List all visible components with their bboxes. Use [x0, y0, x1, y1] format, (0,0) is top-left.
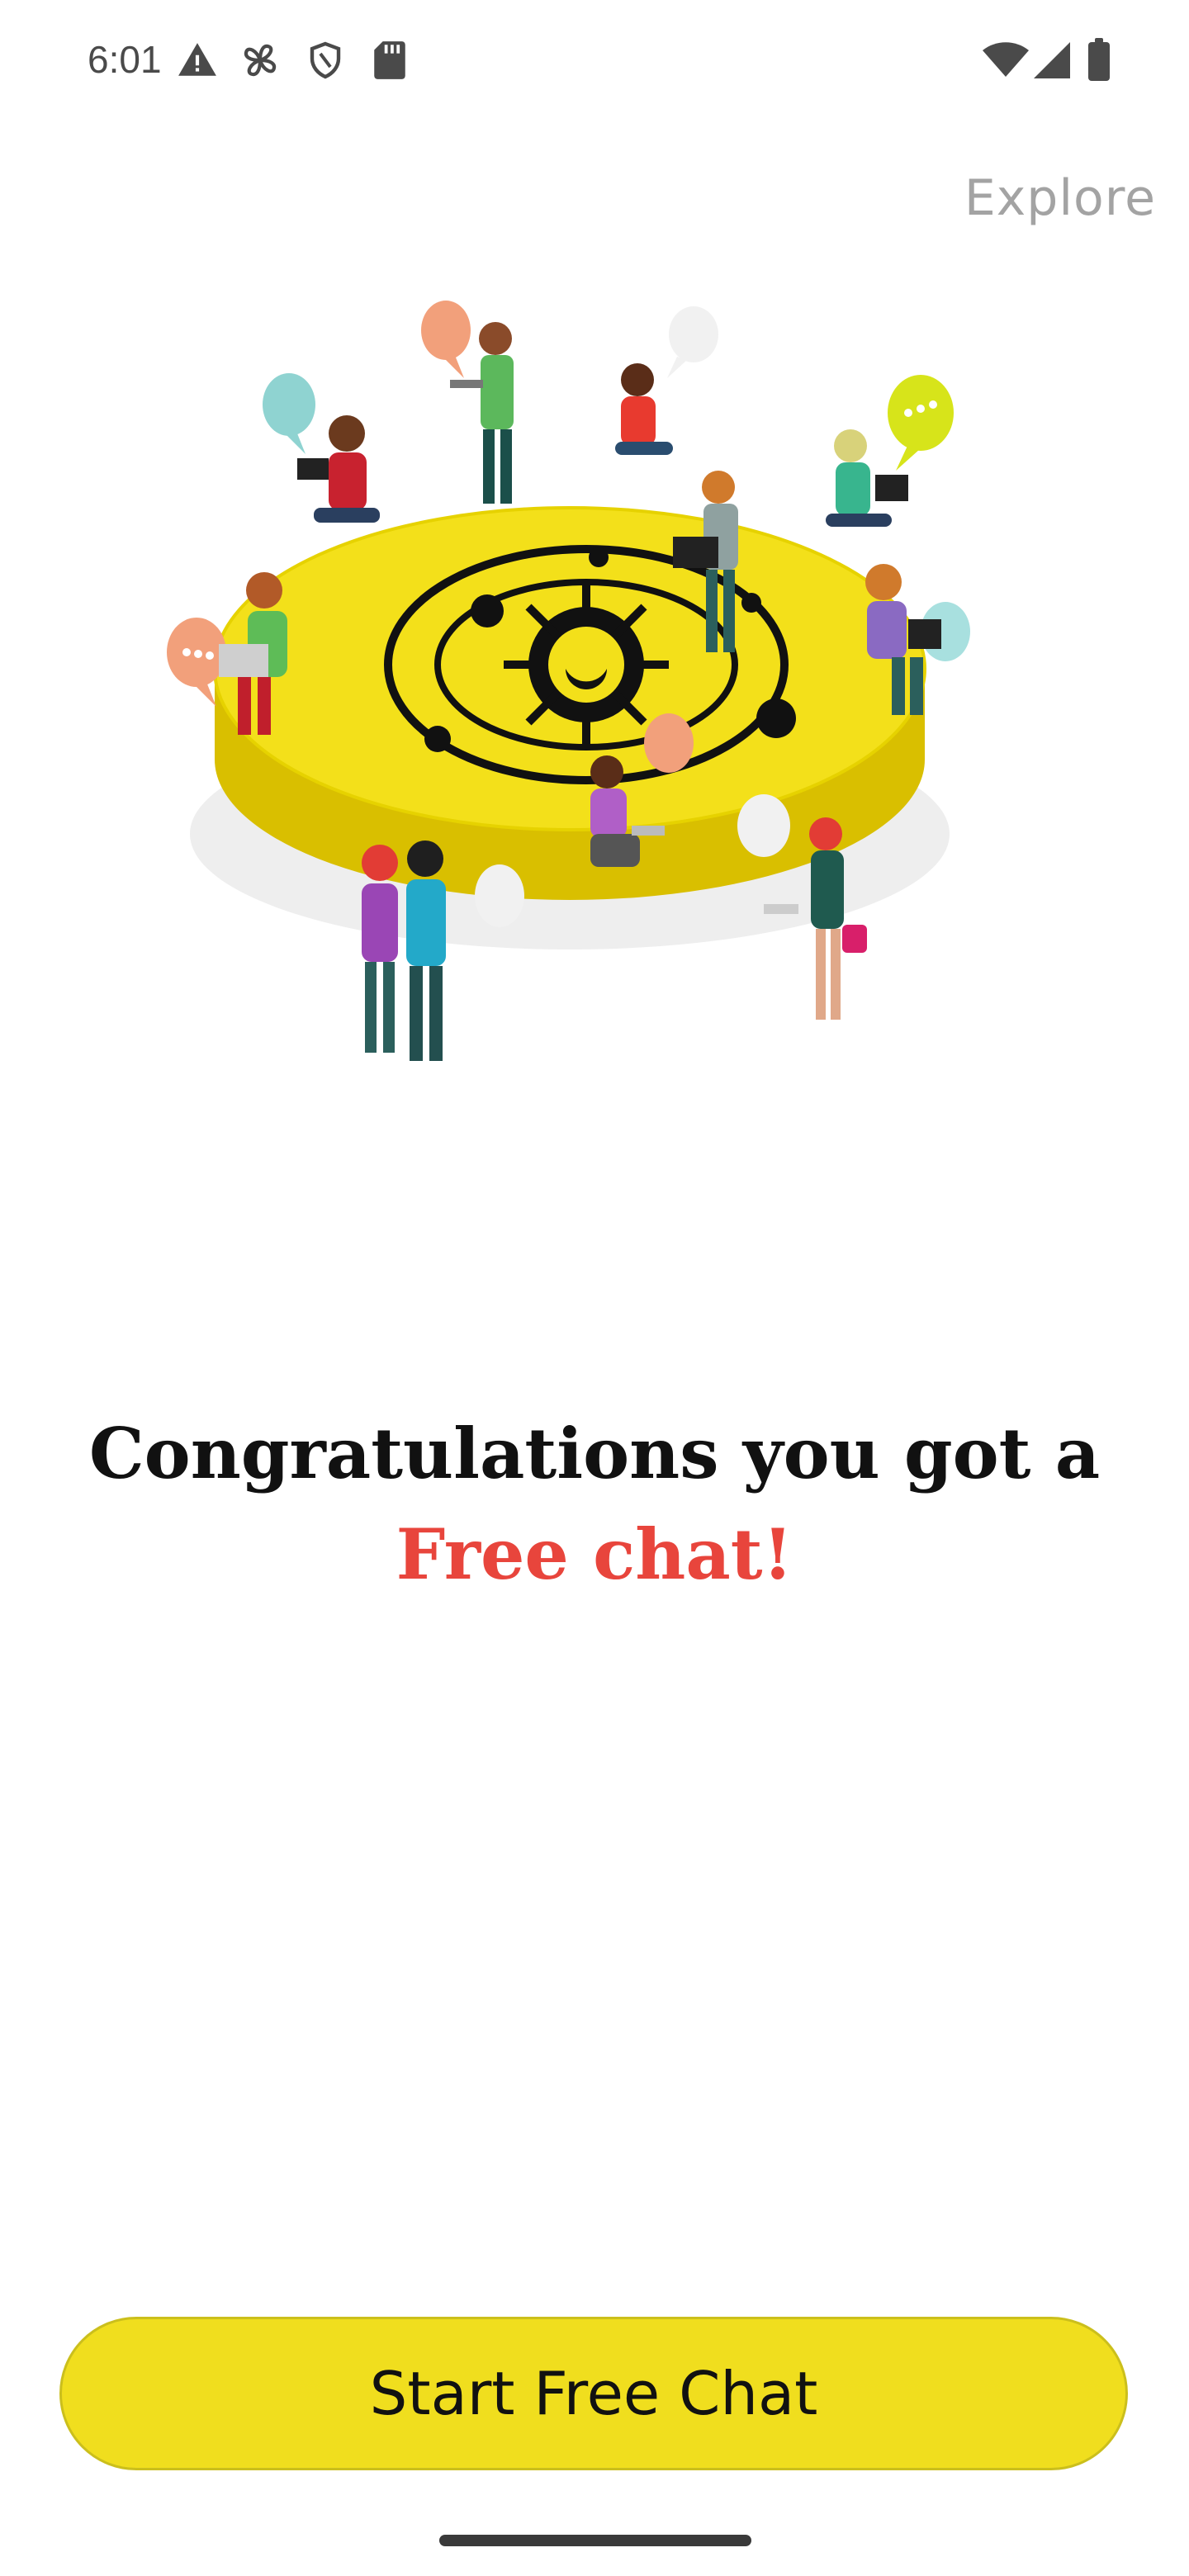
status-time: 6:01: [88, 38, 162, 81]
fan-icon: [244, 44, 277, 77]
wifi-icon: [983, 42, 1029, 77]
congratulations-headline: Congratulations you got a Free chat!: [0, 1404, 1189, 1605]
sd-card-icon: [374, 41, 405, 79]
shield-icon: [310, 41, 341, 79]
start-free-chat-button[interactable]: Start Free Chat: [59, 2317, 1128, 2470]
signal-icon: [1034, 42, 1070, 78]
battery-icon: [1088, 38, 1110, 81]
headline-line-1: Congratulations you got a: [88, 1413, 1101, 1494]
status-bar: 6:01: [0, 0, 1189, 124]
community-chat-illustration: [167, 301, 970, 1061]
start-free-chat-label: Start Free Chat: [369, 2359, 818, 2428]
explore-link[interactable]: Explore: [964, 165, 1156, 231]
warning-icon: [178, 43, 216, 76]
free-chat-highlight: Free chat!: [396, 1513, 793, 1595]
home-indicator[interactable]: [439, 2535, 751, 2546]
